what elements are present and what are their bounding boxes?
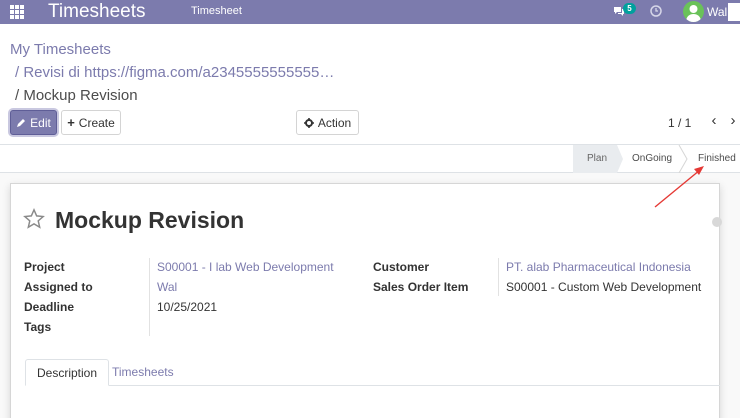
app-title[interactable]: Timesheets: [48, 1, 146, 23]
kanban-state-dot[interactable]: [712, 217, 722, 227]
edit-button-label: Edit: [30, 115, 51, 130]
assigned-value[interactable]: Wal: [157, 280, 177, 294]
stage-finished[interactable]: Finished: [686, 145, 740, 173]
action-button[interactable]: Action: [296, 110, 359, 135]
column-divider: [149, 258, 150, 336]
form-sheet: Mockup Revision Project S00001 - I lab W…: [10, 183, 722, 418]
chat-count-badge: 5: [623, 3, 636, 14]
pager-value[interactable]: 1 / 1: [668, 116, 691, 130]
record-title: Mockup Revision: [55, 207, 245, 233]
gear-icon: [303, 117, 314, 128]
activity-clock-icon[interactable]: [650, 5, 662, 17]
notebook-tabs: Description Timesheets: [25, 359, 720, 386]
menu-timesheet[interactable]: Timesheet: [191, 5, 242, 17]
top-navbar: Timesheets Timesheet 5 Wal: [0, 0, 740, 24]
control-panel: My Timesheets / Revisi di https://figma.…: [0, 24, 740, 145]
apps-menu-icon[interactable]: [10, 5, 24, 19]
star-icon[interactable]: [23, 208, 45, 230]
deadline-label: Deadline: [24, 300, 75, 314]
project-value[interactable]: S00001 - I lab Web Development: [157, 260, 334, 274]
tags-label: Tags: [24, 320, 52, 334]
breadcrumb-my-timesheets[interactable]: My Timesheets: [10, 41, 111, 58]
stage-ongoing[interactable]: OnGoing: [620, 145, 686, 173]
user-avatar[interactable]: [683, 1, 704, 22]
project-label: Project: [24, 260, 65, 274]
customer-value[interactable]: PT. alab Pharmaceutical Indonesia: [506, 260, 691, 274]
user-silhouette-icon: [686, 5, 701, 22]
stage-statusbar: Plan OnGoing Finished: [0, 145, 740, 173]
assigned-label: Assigned to: [24, 280, 93, 294]
pager-previous-icon[interactable]: ‹: [706, 112, 722, 132]
customer-label: Customer: [373, 260, 430, 274]
create-button-label: Create: [78, 115, 115, 130]
sales-order-item-label: Sales Order Item: [373, 280, 469, 294]
redaction-block: [728, 3, 740, 21]
plus-icon: +: [67, 115, 75, 130]
action-button-label: Action: [317, 115, 352, 130]
pencil-icon: [17, 118, 26, 127]
create-button[interactable]: + Create: [61, 110, 121, 135]
breadcrumb-parent-task[interactable]: / Revisi di https://figma.com/a234555555…: [15, 64, 334, 81]
user-name[interactable]: Wal: [707, 5, 727, 19]
stage-plan[interactable]: Plan: [573, 145, 623, 173]
edit-button[interactable]: Edit: [10, 110, 57, 135]
sales-order-item-value[interactable]: S00001 - Custom Web Development: [506, 280, 701, 294]
breadcrumb-current: / Mockup Revision: [15, 87, 138, 104]
pager-next-icon[interactable]: ›: [726, 112, 740, 132]
tab-description[interactable]: Description: [25, 359, 110, 386]
column-divider-right: [498, 258, 499, 296]
tab-timesheets[interactable]: Timesheets: [101, 359, 185, 386]
deadline-value[interactable]: 10/25/2021: [157, 300, 217, 314]
